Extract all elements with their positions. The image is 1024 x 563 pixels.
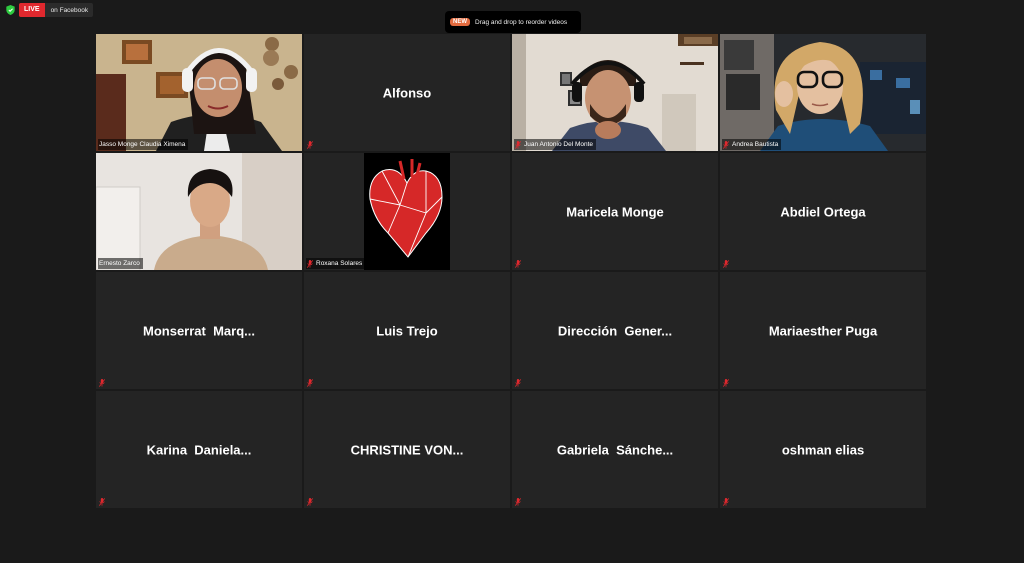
- muted-mic-icon: [515, 378, 521, 387]
- participant-tile[interactable]: oshman elias: [720, 391, 926, 508]
- muted-mic-icon: [723, 259, 729, 268]
- participant-display-name: Luis Trejo: [376, 323, 438, 338]
- participant-tile[interactable]: CHRISTINE VON...: [304, 391, 510, 508]
- participant-video: [96, 153, 302, 270]
- participant-name-label: Jasso Monge Claudia Ximena: [98, 139, 189, 150]
- participant-tile[interactable]: Alfonso: [304, 34, 510, 151]
- participant-display-name: Monserrat Marq...: [143, 323, 255, 338]
- muted-mic-icon: [307, 497, 313, 506]
- participant-tile[interactable]: Gabriela Sánche...: [512, 391, 718, 508]
- muted-mic-icon: [99, 497, 105, 506]
- notice-text: Drag and drop to reorder videos: [475, 18, 568, 26]
- muted-mic-icon: [307, 140, 313, 149]
- participant-display-name: Gabriela Sánche...: [556, 442, 674, 457]
- participant-name-label: [514, 258, 524, 269]
- participant-tile[interactable]: Abdiel Ortega: [720, 153, 926, 270]
- participant-tile[interactable]: Mariaesther Puga: [720, 272, 926, 389]
- participant-tile[interactable]: Andrea Bautista: [720, 34, 926, 151]
- participant-tile[interactable]: Maricela Monge: [512, 153, 718, 270]
- participant-name-label: [98, 496, 108, 507]
- muted-mic-icon: [307, 259, 313, 268]
- gallery-grid: Jasso Monge Claudia Ximena Alfonso Juan …: [96, 34, 926, 508]
- participant-name-label: [306, 496, 316, 507]
- muted-mic-icon: [307, 378, 313, 387]
- participant-name-label: [722, 377, 732, 388]
- muted-mic-icon: [723, 140, 729, 149]
- shield-icon: [6, 5, 15, 15]
- participant-video: [304, 153, 510, 270]
- participant-display-name: CHRISTINE VON...: [350, 442, 464, 457]
- muted-mic-icon: [515, 259, 521, 268]
- live-destination: on Facebook: [50, 6, 89, 14]
- participant-name-label: Ernesto Zarco: [98, 258, 143, 269]
- participant-video: [96, 34, 302, 151]
- reorder-notice: NEW Drag and drop to reorder videos: [445, 11, 581, 33]
- participant-display-name: Maricela Monge: [566, 204, 664, 219]
- live-streaming-button[interactable]: LIVE on Facebook: [19, 3, 94, 17]
- participant-name: Juan Antonio Del Monte: [524, 141, 594, 148]
- live-badge: LIVE: [19, 3, 45, 17]
- participant-name-label: [98, 377, 108, 388]
- participant-name-label: [722, 496, 732, 507]
- participant-name-label: Andrea Bautista: [722, 139, 782, 150]
- participant-display-name: Karina Daniela...: [146, 442, 252, 457]
- participant-tile[interactable]: Dirección Gener...: [512, 272, 718, 389]
- participant-name: Jasso Monge Claudia Ximena: [99, 141, 186, 148]
- participant-video: [512, 34, 718, 151]
- participant-display-name: Dirección Gener...: [557, 323, 673, 338]
- participant-name-label: [722, 258, 732, 269]
- new-badge: NEW: [450, 18, 470, 26]
- participant-name-label: [306, 377, 316, 388]
- participant-name-label: [306, 139, 316, 150]
- participant-tile[interactable]: Luis Trejo: [304, 272, 510, 389]
- participant-name: Ernesto Zarco: [99, 260, 140, 267]
- participant-name: Roxana Solares: [316, 260, 363, 267]
- participant-name-label: [514, 496, 524, 507]
- participant-name-label: Roxana Solares: [306, 258, 366, 269]
- participant-tile[interactable]: Roxana Solares: [304, 153, 510, 270]
- participant-display-name: oshman elias: [781, 442, 865, 457]
- participant-name-label: Juan Antonio Del Monte: [514, 139, 597, 150]
- muted-mic-icon: [723, 378, 729, 387]
- participant-video: [720, 34, 926, 151]
- participant-name-label: [514, 377, 524, 388]
- participant-name: Andrea Bautista: [732, 141, 779, 148]
- participant-tile[interactable]: Ernesto Zarco: [96, 153, 302, 270]
- participant-display-name: Alfonso: [382, 85, 432, 100]
- live-status: LIVE on Facebook: [6, 3, 94, 17]
- participant-tile[interactable]: Jasso Monge Claudia Ximena: [96, 34, 302, 151]
- muted-mic-icon: [515, 140, 521, 149]
- muted-mic-icon: [515, 497, 521, 506]
- participant-tile[interactable]: Karina Daniela...: [96, 391, 302, 508]
- participant-tile[interactable]: Monserrat Marq...: [96, 272, 302, 389]
- participant-display-name: Abdiel Ortega: [780, 204, 866, 219]
- participant-display-name: Mariaesther Puga: [768, 323, 878, 338]
- muted-mic-icon: [99, 378, 105, 387]
- participant-tile[interactable]: Juan Antonio Del Monte: [512, 34, 718, 151]
- muted-mic-icon: [723, 497, 729, 506]
